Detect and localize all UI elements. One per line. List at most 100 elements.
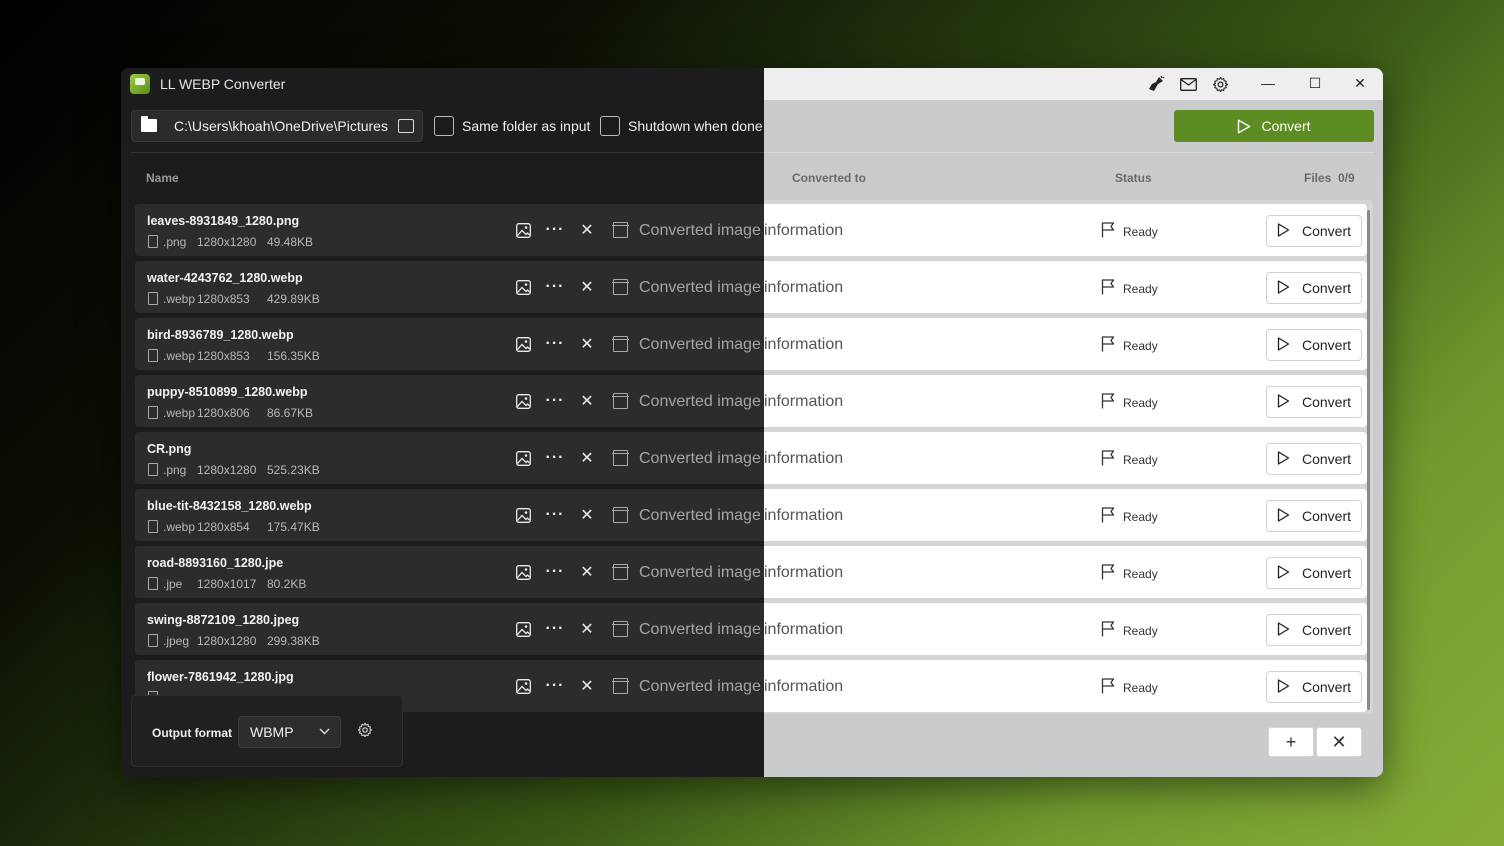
file-row[interactable]: CR.png .png 1280x1280 525.23KB ··· ✕ Converted… bbox=[135, 432, 1367, 484]
play-icon bbox=[1277, 450, 1290, 468]
output-path-field[interactable]: C:\Users\khoah\OneDrive\Pictures bbox=[131, 110, 423, 142]
remove-file-icon[interactable]: ✕ bbox=[578, 677, 596, 695]
convert-file-button[interactable]: Convert bbox=[1266, 614, 1362, 646]
file-dimensions: 1280x853 bbox=[197, 349, 250, 363]
remove-file-icon[interactable]: ✕ bbox=[578, 221, 596, 239]
file-name: swing-8872109_1280.jpeg bbox=[147, 613, 300, 627]
preview-image-icon[interactable] bbox=[514, 221, 532, 239]
file-extension: .webp bbox=[163, 406, 196, 420]
convert-file-button[interactable]: Convert bbox=[1266, 386, 1362, 418]
convert-all-label: Convert bbox=[1261, 118, 1311, 134]
status-text: Ready bbox=[1123, 510, 1158, 524]
more-options-icon[interactable]: ··· bbox=[546, 449, 564, 467]
remove-file-icon[interactable]: ✕ bbox=[578, 335, 596, 353]
convert-file-label: Convert bbox=[1301, 679, 1352, 695]
more-options-icon[interactable]: ··· bbox=[546, 620, 564, 638]
col-header-status[interactable]: Status bbox=[1115, 171, 1152, 185]
file-icon bbox=[148, 463, 158, 476]
more-options-icon[interactable]: ··· bbox=[546, 506, 564, 524]
status-text: Ready bbox=[1123, 225, 1158, 239]
converted-info-text: Converted image information bbox=[639, 393, 764, 411]
same-folder-checkbox[interactable] bbox=[434, 116, 454, 136]
remove-file-icon[interactable]: ✕ bbox=[578, 563, 596, 581]
more-options-icon[interactable]: ··· bbox=[546, 392, 564, 410]
minimize-button[interactable]: — bbox=[1245, 68, 1291, 98]
more-options-icon[interactable]: ··· bbox=[546, 335, 564, 353]
remove-file-icon[interactable]: ✕ bbox=[578, 620, 596, 638]
file-icon bbox=[148, 634, 158, 647]
remove-file-icon[interactable]: ✕ bbox=[578, 392, 596, 410]
gear-icon[interactable] bbox=[1210, 74, 1230, 94]
converted-info-text: Converted image information bbox=[639, 621, 764, 639]
file-extension: .webp bbox=[163, 520, 196, 534]
shutdown-checkbox[interactable] bbox=[600, 116, 620, 136]
more-options-icon[interactable]: ··· bbox=[546, 221, 564, 239]
file-extension: .webp bbox=[163, 292, 196, 306]
archive-icon bbox=[612, 336, 629, 352]
close-window-button[interactable]: ✕ bbox=[1337, 68, 1383, 98]
convert-file-button[interactable]: Convert bbox=[1266, 215, 1362, 247]
more-options-icon[interactable]: ··· bbox=[546, 677, 564, 695]
file-icon bbox=[148, 406, 158, 419]
list-scrollbar[interactable] bbox=[1367, 210, 1370, 710]
file-row[interactable]: water-4243762_1280.webp .webp 1280x853 429.… bbox=[135, 261, 1367, 313]
preview-image-icon[interactable] bbox=[514, 278, 532, 296]
file-name: CR.png bbox=[147, 442, 192, 456]
converted-info-text-overlay: information bbox=[764, 678, 843, 696]
preview-image-icon[interactable] bbox=[514, 449, 532, 467]
file-size: 299.38KB bbox=[267, 634, 320, 648]
file-dimensions: 1280x806 bbox=[197, 406, 250, 420]
file-name: road-8893160_1280.jpe bbox=[147, 556, 284, 570]
remove-file-icon[interactable]: ✕ bbox=[578, 449, 596, 467]
preview-image-icon[interactable] bbox=[514, 506, 532, 524]
file-extension: .jpeg bbox=[163, 634, 190, 648]
preview-image-icon[interactable] bbox=[514, 335, 532, 353]
convert-file-label: Convert bbox=[1301, 508, 1352, 524]
preview-image-icon[interactable] bbox=[514, 677, 532, 695]
status-text: Ready bbox=[1123, 339, 1158, 353]
status-text: Ready bbox=[1123, 567, 1158, 581]
file-row[interactable]: leaves-8931849_1280.png .png 1280x1280 49.4… bbox=[135, 204, 1367, 256]
shutdown-label[interactable]: Shutdown when done bbox=[628, 118, 763, 134]
status-text: Ready bbox=[1123, 453, 1158, 467]
convert-file-button[interactable]: Convert bbox=[1266, 557, 1362, 589]
file-row[interactable]: road-8893160_1280.jpe .jpe 1280x1017 80.2KB… bbox=[135, 546, 1367, 598]
file-name: blue-tit-8432158_1280.webp bbox=[147, 499, 312, 513]
file-size: 49.48KB bbox=[267, 235, 314, 249]
converted-info-text-overlay: information bbox=[764, 279, 843, 297]
convert-file-button[interactable]: Convert bbox=[1266, 671, 1362, 703]
preview-image-icon[interactable] bbox=[514, 392, 532, 410]
convert-all-button[interactable]: Convert bbox=[1174, 110, 1374, 142]
preview-image-icon[interactable] bbox=[514, 620, 532, 638]
converted-info-label: Converted image information bbox=[639, 279, 764, 296]
more-options-icon[interactable]: ··· bbox=[546, 278, 564, 296]
same-folder-label[interactable]: Same folder as input bbox=[462, 118, 590, 134]
mail-icon[interactable] bbox=[1178, 74, 1198, 94]
file-row[interactable]: puppy-8510899_1280.webp .webp 1280x806 86.6… bbox=[135, 375, 1367, 427]
converted-info-text: Converted image information bbox=[639, 507, 764, 525]
format-settings-gear-icon[interactable] bbox=[357, 722, 373, 743]
maximize-button[interactable]: ☐ bbox=[1292, 68, 1338, 98]
converted-info-text: Converted image information bbox=[639, 564, 764, 582]
file-row[interactable]: blue-tit-8432158_1280.webp .webp 1280x854 1… bbox=[135, 489, 1367, 541]
convert-file-button[interactable]: Convert bbox=[1266, 500, 1362, 532]
file-dimensions: 1280x1280 bbox=[197, 634, 257, 648]
clear-list-button[interactable]: ✕ bbox=[1316, 727, 1362, 757]
file-list: leaves-8931849_1280.png .png 1280x1280 49.4… bbox=[131, 200, 1373, 714]
convert-file-button[interactable]: Convert bbox=[1266, 443, 1362, 475]
col-header-name[interactable]: Name bbox=[146, 171, 179, 185]
output-format-select[interactable]: WBMP bbox=[238, 716, 341, 748]
remove-file-icon[interactable]: ✕ bbox=[578, 278, 596, 296]
convert-file-button[interactable]: Convert bbox=[1266, 272, 1362, 304]
more-options-icon[interactable]: ··· bbox=[546, 563, 564, 581]
preview-image-icon[interactable] bbox=[514, 563, 532, 581]
file-row[interactable]: bird-8936789_1280.webp .webp 1280x853 156.3… bbox=[135, 318, 1367, 370]
broom-icon[interactable] bbox=[1146, 74, 1166, 94]
convert-file-button[interactable]: Convert bbox=[1266, 329, 1362, 361]
file-row[interactable]: swing-8872109_1280.jpeg .jpeg 1280x1280 299… bbox=[135, 603, 1367, 655]
remove-file-icon[interactable]: ✕ bbox=[578, 506, 596, 524]
folder-settings-icon[interactable] bbox=[398, 119, 414, 133]
col-header-converted-to[interactable]: Converted to bbox=[792, 171, 866, 185]
add-files-button[interactable]: + bbox=[1268, 727, 1314, 757]
archive-icon bbox=[612, 393, 629, 409]
